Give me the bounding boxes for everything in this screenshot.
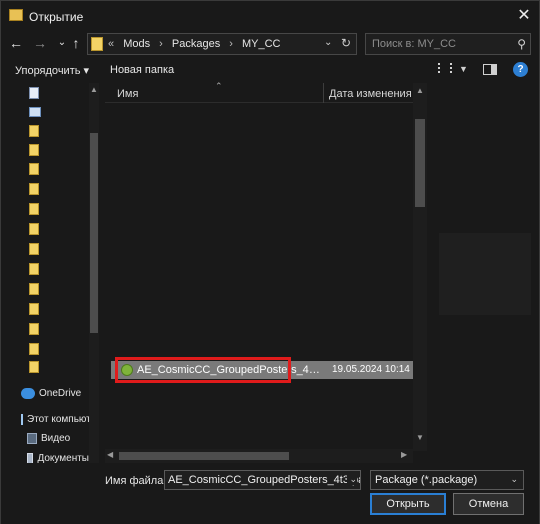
column-header: ⌃ Имя Дата изменения [105,81,427,103]
preview-area [439,233,531,315]
scrollbar-thumb[interactable] [415,119,425,207]
sidebar-item-onedrive[interactable]: OneDrive [21,385,81,401]
video-icon [27,432,37,444]
sidebar-item-label: Документы [37,452,89,464]
folder-icon[interactable] [29,303,39,315]
scroll-left-icon[interactable]: ◀ [107,450,113,459]
navigation-bar: ← → ⌄ ↑ « Mods › Packages › MY_CC ⌄ ↻ По… [1,31,539,57]
sidebar-item-this-pc[interactable]: Этот компьютер [21,411,89,427]
folder-icon [91,37,103,51]
scrollbar-thumb[interactable] [90,133,98,333]
address-bar[interactable]: « Mods › Packages › MY_CC ⌄ ↻ [87,33,357,55]
folder-icon[interactable] [29,203,39,215]
folder-icon[interactable] [29,223,39,235]
file-type-value: Package (*.package) [375,474,478,486]
folder-app-icon [9,9,23,21]
computer-icon [21,413,23,425]
title-bar: Открытие ✕ [1,1,539,31]
cloud-icon [21,387,35,399]
close-icon[interactable]: ✕ [513,6,535,26]
breadcrumb-separator: › [159,38,163,50]
folder-icon[interactable] [29,283,39,295]
view-options-icon[interactable] [438,63,452,73]
open-file-dialog: Открытие ✕ ← → ⌄ ↑ « Mods › Packages › M… [0,0,540,524]
folder-icon[interactable] [29,323,39,335]
folder-icon[interactable] [29,263,39,275]
filename-label: Имя файла: [105,475,167,487]
window-title: Открытие [29,10,84,24]
horizontal-scrollbar[interactable]: ◀ ▶ [105,449,413,463]
new-folder-button[interactable]: Новая папка [110,64,174,76]
sidebar-item-label: Этот компьютер [27,413,89,425]
document-icon[interactable] [29,87,39,99]
column-divider[interactable] [323,83,324,103]
sidebar-item-video[interactable]: Видео [27,430,70,446]
forward-arrow-icon[interactable]: → [31,34,49,52]
folder-icon[interactable] [29,183,39,195]
sidebar-item-label: OneDrive [39,387,82,399]
navigation-scrollbar[interactable]: ▲ [89,83,99,463]
column-modified-header[interactable]: Дата изменения [329,88,412,100]
folder-icon[interactable] [29,163,39,175]
open-button[interactable]: Открыть [370,493,446,515]
scroll-right-icon[interactable]: ▶ [401,450,407,459]
command-toolbar: Упорядочить ▾ Новая папка ▼ ? [1,57,539,83]
sidebar-item-label: Видео [41,432,71,444]
view-dropdown-icon[interactable]: ▼ [459,64,468,74]
breadcrumb-separator: › [229,38,233,50]
filename-value: AE_CosmicCC_GroupedPosters_4t3.package [168,474,360,486]
scroll-up-icon[interactable]: ▲ [89,85,99,94]
scrollbar-thumb[interactable] [119,452,289,460]
image-icon[interactable] [29,107,41,117]
chevron-down-icon[interactable]: ⌄ [510,474,518,485]
refresh-icon[interactable]: ↻ [341,36,351,50]
selection-highlight-box [115,357,291,383]
breadcrumb-mods[interactable]: Mods [123,38,150,50]
preview-pane-icon[interactable] [483,64,497,75]
folder-icon[interactable] [29,343,39,355]
filename-input[interactable]: AE_CosmicCC_GroupedPosters_4t3.package ⌄ [164,470,361,490]
address-dropdown-icon[interactable]: ⌄ [324,37,332,48]
search-icon[interactable]: ⚲ [517,37,526,51]
preview-pane [431,83,539,463]
scroll-up-icon[interactable]: ▲ [413,86,427,95]
search-placeholder: Поиск в: MY_CC [372,38,456,50]
chevron-down-icon[interactable]: ⌄ [347,474,357,485]
back-arrow-icon[interactable]: ← [7,34,25,52]
breadcrumb-overflow[interactable]: « [108,38,114,50]
file-type-select[interactable]: Package (*.package) ⌄ [370,470,524,490]
up-arrow-icon[interactable]: ↑ [67,34,85,52]
cancel-button[interactable]: Отмена [453,493,524,515]
folder-icon[interactable] [29,243,39,255]
file-list-scrollbar[interactable]: ▲ ▼ [413,83,427,451]
breadcrumb-my-cc[interactable]: MY_CC [242,38,281,50]
breadcrumb-packages[interactable]: Packages [172,38,220,50]
file-list: ⌃ Имя Дата изменения AE_CosmicCC_Grouped… [105,81,427,463]
search-input[interactable]: Поиск в: MY_CC ⚲ [365,33,531,55]
navigation-pane: OneDrive Этот компьютер Видео Документы … [1,83,101,464]
help-icon[interactable]: ? [513,62,528,77]
documents-icon [27,452,34,464]
breadcrumb: « Mods › Packages › MY_CC [108,38,287,50]
organize-button[interactable]: Упорядочить ▾ [15,64,89,77]
file-modified-date: 19.05.2024 10:14 [332,364,410,375]
column-name-header[interactable]: Имя [117,88,138,100]
sort-ascending-icon: ⌃ [215,81,223,91]
folder-icon[interactable] [29,144,39,156]
folder-icon[interactable] [29,125,39,137]
folder-icon[interactable] [29,361,39,373]
scroll-down-icon[interactable]: ▼ [413,433,427,442]
dialog-footer: Имя файла: AE_CosmicCC_GroupedPosters_4t… [1,463,539,524]
